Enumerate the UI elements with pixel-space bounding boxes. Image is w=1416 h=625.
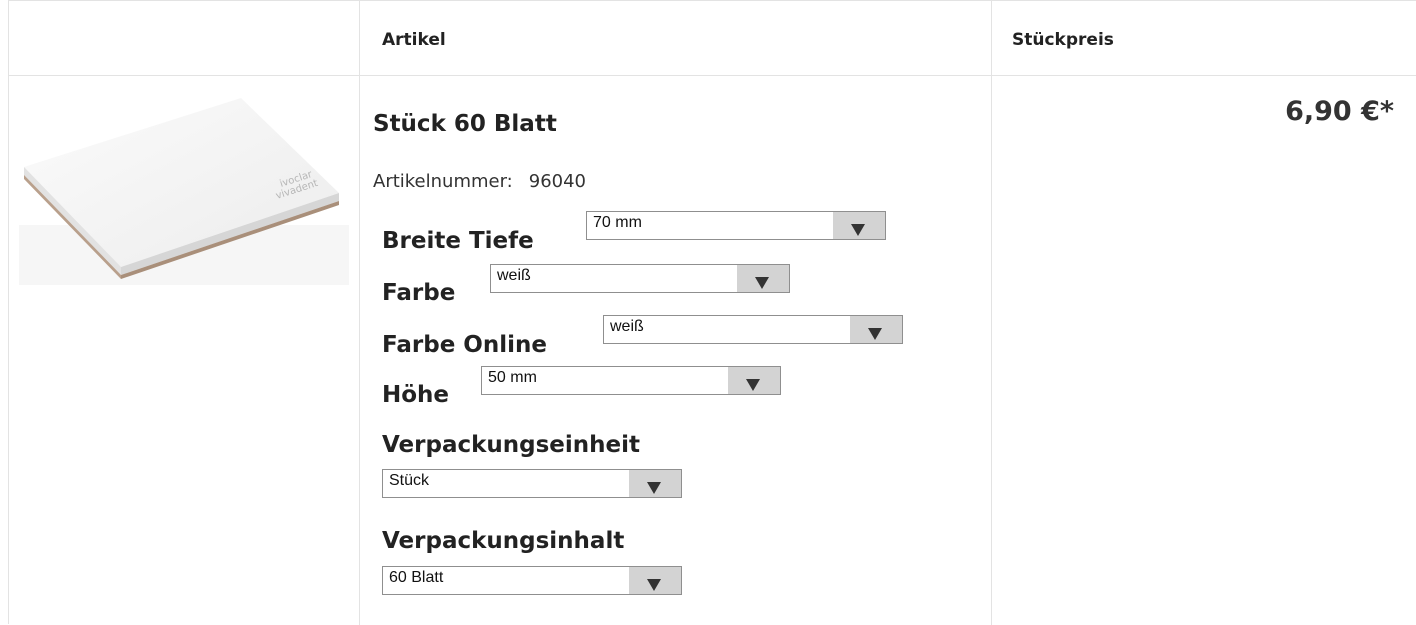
column-header-price: Stückpreis	[1012, 30, 1114, 50]
column-header-article: Artikel	[382, 30, 446, 50]
farbe-value: weiß	[497, 267, 531, 284]
verpackungsinhalt-select[interactable]: 60 Blatt	[382, 566, 682, 595]
verpackungsinhalt-label: Verpackungsinhalt	[382, 528, 625, 554]
hoehe-value: 50 mm	[488, 369, 537, 386]
farbe-online-label: Farbe Online	[382, 332, 547, 358]
product-box-image[interactable]: ivoclar vivadent	[19, 95, 349, 285]
article-number-row: Artikelnummer: 96040	[373, 171, 586, 192]
farbe-online-value: weiß	[610, 318, 644, 335]
hoehe-select[interactable]: 50 mm	[481, 366, 781, 395]
farbe-select[interactable]: weiß	[490, 264, 790, 293]
product-name[interactable]: Stück 60 Blatt	[373, 111, 557, 137]
article-number-value: 96040	[528, 171, 587, 192]
dropdown-arrow-icon	[737, 265, 789, 292]
dropdown-arrow-icon	[629, 567, 681, 594]
table-header	[9, 1, 1416, 76]
dropdown-arrow-icon	[833, 212, 885, 239]
unit-price: 6,90 €*	[1285, 96, 1394, 127]
product-table	[8, 0, 1416, 625]
farbe-label: Farbe	[382, 280, 456, 306]
dropdown-arrow-icon	[629, 470, 681, 497]
column-divider	[359, 1, 360, 625]
breite-tiefe-select[interactable]: 70 mm	[586, 211, 886, 240]
hoehe-label: Höhe	[382, 382, 450, 408]
farbe-online-select[interactable]: weiß	[603, 315, 903, 344]
breite-tiefe-value: 70 mm	[593, 214, 642, 231]
verpackungseinheit-select[interactable]: Stück	[382, 469, 682, 498]
verpackungseinheit-label: Verpackungseinheit	[382, 432, 641, 458]
column-divider	[991, 1, 992, 625]
verpackungseinheit-value: Stück	[389, 472, 430, 489]
verpackungsinhalt-value: 60 Blatt	[389, 569, 444, 586]
dropdown-arrow-icon	[850, 316, 902, 343]
breite-tiefe-label: Breite Tiefe	[382, 228, 534, 254]
dropdown-arrow-icon	[728, 367, 780, 394]
article-number-label: Artikelnummer:	[373, 171, 513, 192]
